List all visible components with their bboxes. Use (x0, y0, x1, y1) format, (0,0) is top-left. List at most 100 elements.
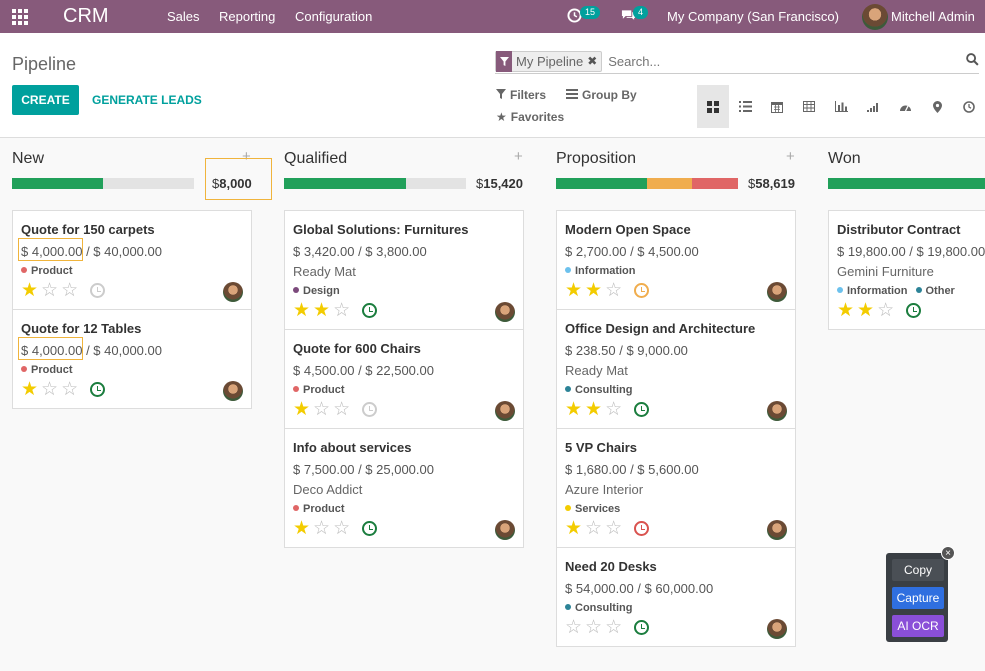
search-icon[interactable] (966, 53, 979, 66)
create-button[interactable]: CREATE (12, 85, 79, 115)
activity-clock-icon[interactable] (362, 402, 377, 417)
priority-star-icon[interactable]: ★ (565, 519, 582, 538)
generate-leads-button[interactable]: GENERATE LEADS (92, 93, 202, 107)
priority-star-icon[interactable]: ☆ (605, 400, 622, 419)
filters-dropdown[interactable]: Filters (496, 88, 546, 102)
opportunity-card[interactable]: Global Solutions: Furnitures $ 3,420.00 /… (284, 210, 524, 330)
activity-clock-icon[interactable] (634, 620, 649, 635)
priority-star-icon[interactable]: ★ (565, 400, 582, 419)
activity-clock-icon[interactable] (362, 303, 377, 318)
opportunity-card[interactable]: Quote for 12 Tables $ 4,000.00 / $ 40,000… (12, 309, 252, 409)
opportunity-card[interactable]: Distributor Contract $ 19,800.00 / $ 19,8… (828, 210, 985, 330)
progress-segment[interactable] (692, 178, 738, 189)
menu-configuration[interactable]: Configuration (295, 9, 372, 24)
salesperson-avatar[interactable] (495, 520, 515, 540)
toolbar-close-icon[interactable]: × (941, 546, 955, 560)
progress-segment[interactable] (556, 178, 647, 189)
add-card-icon[interactable]: + (514, 148, 523, 165)
priority-star-icon[interactable]: ★ (857, 301, 874, 320)
priority-star-icon[interactable]: ☆ (585, 618, 602, 637)
list-view-icon[interactable] (729, 85, 761, 128)
priority-star-icon[interactable]: ★ (21, 380, 38, 399)
user-menu[interactable]: Mitchell Admin (891, 9, 975, 24)
kanban-view-icon[interactable] (697, 85, 729, 128)
salesperson-avatar[interactable] (223, 381, 243, 401)
capture-button[interactable]: Capture (892, 587, 944, 609)
opportunity-card[interactable]: Quote for 150 carpets $ 4,000.00 / $ 40,0… (12, 210, 252, 310)
priority-star-icon[interactable]: ★ (293, 519, 310, 538)
activity-clock-icon[interactable] (906, 303, 921, 318)
priority-star-icon[interactable]: ★ (313, 301, 330, 320)
menu-reporting[interactable]: Reporting (219, 9, 275, 24)
opportunity-card[interactable]: Need 20 Desks $ 54,000.00 / $ 60,000.00 Co… (556, 547, 796, 647)
salesperson-avatar[interactable] (495, 401, 515, 421)
group-by-dropdown[interactable]: Group By (566, 88, 637, 102)
search-input[interactable] (608, 53, 949, 69)
priority-star-icon[interactable]: ☆ (41, 380, 58, 399)
priority-star-icon[interactable]: ★ (565, 281, 582, 300)
opportunity-card[interactable]: 5 VP Chairs $ 1,680.00 / $ 5,600.00 Azure … (556, 428, 796, 548)
opportunity-card[interactable]: Quote for 600 Chairs $ 4,500.00 / $ 22,50… (284, 329, 524, 429)
apps-menu-icon[interactable] (12, 9, 30, 25)
map-view-icon[interactable] (921, 85, 953, 128)
priority-star-icon[interactable]: ☆ (585, 519, 602, 538)
priority-star-icon[interactable]: ★ (293, 400, 310, 419)
graph-view-icon[interactable] (825, 85, 857, 128)
app-brand[interactable]: CRM (63, 5, 109, 28)
activity-clock-icon[interactable] (634, 402, 649, 417)
column-title[interactable]: Won (828, 150, 861, 168)
salesperson-avatar[interactable] (495, 302, 515, 322)
favorites-dropdown[interactable]: ★ Favorites (496, 110, 564, 124)
priority-star-icon[interactable]: ★ (837, 301, 854, 320)
priority-star-icon[interactable]: ☆ (333, 400, 350, 419)
priority-star-icon[interactable]: ★ (585, 281, 602, 300)
priority-star-icon[interactable]: ☆ (313, 400, 330, 419)
salesperson-avatar[interactable] (767, 619, 787, 639)
priority-star-icon[interactable]: ☆ (605, 519, 622, 538)
priority-star-icon[interactable]: ☆ (565, 618, 582, 637)
activity-clock-icon[interactable] (362, 521, 377, 536)
add-card-icon[interactable]: + (786, 148, 795, 165)
progress-segment[interactable] (12, 178, 103, 189)
company-switcher[interactable]: My Company (San Francisco) (667, 9, 839, 24)
column-title[interactable]: New (12, 150, 44, 168)
ai-ocr-button[interactable]: AI OCR (892, 615, 944, 637)
dashboard-view-icon[interactable] (889, 85, 921, 128)
priority-star-icon[interactable]: ☆ (313, 519, 330, 538)
progress-segment[interactable] (646, 178, 693, 189)
opportunity-card[interactable]: Modern Open Space $ 2,700.00 / $ 4,500.00… (556, 210, 796, 310)
priority-star-icon[interactable]: ★ (293, 301, 310, 320)
page-title[interactable]: Pipeline (12, 54, 76, 75)
activity-clock-icon[interactable] (634, 283, 649, 298)
activity-clock-icon[interactable] (634, 521, 649, 536)
priority-star-icon[interactable]: ☆ (877, 301, 894, 320)
activity-view-icon[interactable] (953, 85, 985, 128)
priority-star-icon[interactable]: ☆ (41, 281, 58, 300)
progress-segment[interactable] (828, 178, 985, 189)
column-progress-bar[interactable] (12, 178, 194, 189)
calendar-view-icon[interactable] (761, 85, 793, 128)
priority-star-icon[interactable]: ☆ (605, 618, 622, 637)
column-progress-bar[interactable] (556, 178, 738, 189)
activity-clock-icon[interactable] (90, 283, 105, 298)
progress-segment[interactable] (284, 178, 406, 189)
priority-star-icon[interactable]: ☆ (333, 519, 350, 538)
cohort-view-icon[interactable] (857, 85, 889, 128)
opportunity-card[interactable]: Office Design and Architecture $ 238.50 /… (556, 309, 796, 429)
menu-sales[interactable]: Sales (167, 9, 200, 24)
salesperson-avatar[interactable] (223, 282, 243, 302)
salesperson-avatar[interactable] (767, 520, 787, 540)
priority-star-icon[interactable]: ★ (21, 281, 38, 300)
priority-star-icon[interactable]: ☆ (333, 301, 350, 320)
column-progress-bar[interactable] (284, 178, 466, 189)
search-facet[interactable]: My Pipeline ✖ (495, 50, 603, 72)
pivot-view-icon[interactable] (793, 85, 825, 128)
column-title[interactable]: Qualified (284, 150, 347, 168)
facet-remove-icon[interactable]: ✖ (587, 54, 601, 68)
salesperson-avatar[interactable] (767, 401, 787, 421)
user-avatar[interactable] (862, 4, 888, 30)
copy-button[interactable]: Copy (892, 559, 944, 581)
priority-star-icon[interactable]: ☆ (61, 380, 78, 399)
column-title[interactable]: Proposition (556, 150, 636, 168)
activity-clock-icon[interactable] (90, 382, 105, 397)
